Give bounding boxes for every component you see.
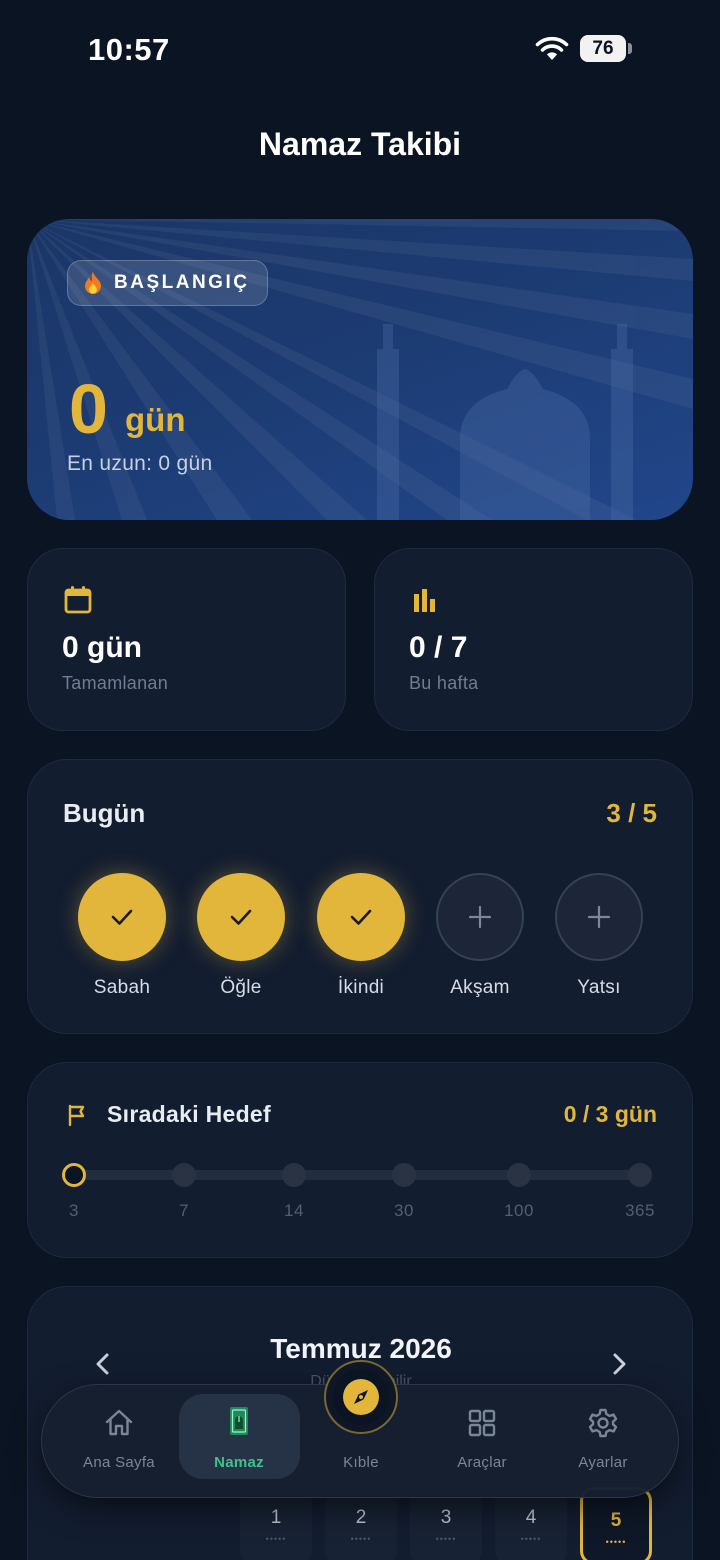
milestone-label: 7 [179,1201,189,1220]
prayer-aksam: Akşam [420,873,540,999]
goal-progress-track [74,1170,640,1180]
prayer-toggle-sabah[interactable] [78,873,166,961]
level-badge: BAŞLANGIÇ [67,260,269,306]
bar-chart-icon [414,589,435,612]
prayer-label: Yatsı [577,977,621,998]
flag-icon [68,1104,85,1127]
milestone-node [628,1163,652,1187]
completed-label: Tamamlanan [62,673,169,693]
weekly-value: 0 / 7 [409,631,468,664]
home-icon [105,1409,133,1436]
nav-item-home[interactable]: Ana Sayfa [59,1385,179,1499]
day-prayer-dots: ••••• [605,1537,627,1547]
day-prayer-dots: ••••• [435,1534,457,1544]
nav-label: Ana Sayfa [83,1454,155,1471]
qibla-compass-inner [333,1369,389,1425]
prayer-toggle-ogle[interactable] [197,873,285,961]
milestone-node [392,1163,416,1187]
nav-label: Kıble [343,1454,379,1471]
milestone-node [62,1163,86,1187]
completed-value: 0 gün [62,631,142,664]
milestone-label: 30 [394,1201,414,1220]
checkmark-icon [230,909,252,925]
milestone-label: 365 [625,1201,655,1220]
prayer-label: Akşam [450,977,510,998]
prayer-ogle: Öğle [181,873,301,999]
prayer-mat-icon [230,1407,248,1435]
battery-nub [628,43,632,54]
page-title: Namaz Takibi [258,126,462,162]
nav-item-tools[interactable]: Araçlar [422,1385,542,1499]
milestone-node [172,1163,196,1187]
day-prayer-dots: ••••• [265,1534,287,1544]
plus-icon [468,905,492,929]
streak-hero-card: BAŞLANGIÇ 0 gün En uzun: 0 gün [27,219,693,520]
prayer-list: Sabah Öğle İkindi Akşam Yatsı [28,873,694,1013]
nav-label: Namaz [214,1454,264,1471]
today-title: Bugün [63,798,146,828]
checkmark-icon [350,909,372,925]
status-bar: 10:57 76 [0,0,720,100]
prayer-toggle-aksam[interactable] [436,873,524,961]
prayer-sabah: Sabah [62,873,182,999]
prayer-label: Sabah [93,977,151,998]
prayer-label: Öğle [220,977,262,998]
longest-streak: En uzun: 0 gün [67,452,213,475]
streak-unit: gün [125,401,186,438]
weekly-label: Bu hafta [409,673,479,693]
milestone-node [507,1163,531,1187]
prayer-ikindi: İkindi [301,873,421,999]
status-time: 10:57 [88,32,170,67]
grid-icon [468,1409,496,1437]
today-card: Bugün 3 / 5 Sabah Öğle İkindi Akşam Yats… [27,759,693,1034]
wifi-icon [535,36,569,60]
today-count: 3 / 5 [606,798,657,828]
streak-value: 0 [69,370,108,448]
milestone-label: 100 [504,1201,534,1220]
prayer-label: İkindi [337,977,385,998]
nav-item-namaz[interactable]: Namaz [179,1385,299,1499]
day-prayer-dots: ••••• [350,1534,372,1544]
nav-label: Ayarlar [578,1454,628,1471]
prayer-yatsi: Yatsı [539,873,659,999]
battery-indicator: 76 [580,35,626,62]
qibla-compass-button[interactable] [324,1360,398,1434]
nav-label: Araçlar [457,1454,507,1471]
plus-icon [587,905,611,929]
goal-count: 0 / 3 gün [563,1101,657,1127]
milestone-node [282,1163,306,1187]
chevron-right-icon[interactable] [604,1349,634,1379]
milestone-label: 3 [69,1201,79,1220]
flame-icon [85,272,101,294]
nav-item-settings[interactable]: Ayarlar [543,1385,663,1499]
day-prayer-dots: ••••• [520,1534,542,1544]
checkmark-icon [111,909,133,925]
level-badge-label: BAŞLANGIÇ [114,272,250,293]
weekly-stat-card: 0 / 7 Bu hafta [374,548,693,731]
next-goal-card: Sıradaki Hedef 0 / 3 gün 3 7 14 30 100 3… [27,1062,693,1258]
mosque-silhouette [377,324,633,520]
bottom-nav: Ana Sayfa Namaz Kıble Araçlar Ayarlar [41,1360,679,1499]
prayer-toggle-yatsi[interactable] [555,873,643,961]
gear-icon [588,1408,618,1438]
goal-title: Sıradaki Hedef [107,1101,271,1127]
prayer-toggle-ikindi[interactable] [317,873,405,961]
compass-icon [343,1379,379,1415]
calendar-icon [64,586,92,614]
completed-stat-card: 0 gün Tamamlanan [27,548,346,731]
milestone-label: 14 [284,1201,304,1220]
